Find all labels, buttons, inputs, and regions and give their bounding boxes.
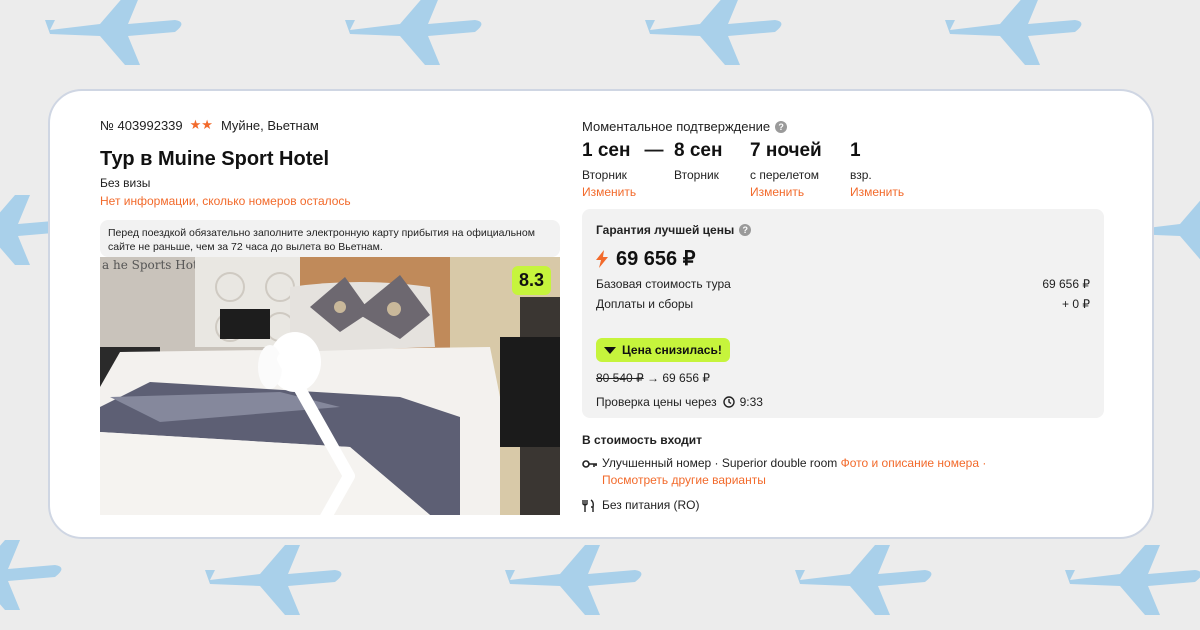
rating-badge: 8.3 <box>511 266 551 295</box>
chevron-right-icon[interactable] <box>100 347 546 515</box>
sign-text: a he Sports Hotel <box>102 258 209 272</box>
visa-info: Без визы <box>100 176 151 190</box>
plane-icon <box>500 540 650 620</box>
price-drop-label: Цена снизилась! <box>622 343 722 357</box>
instant-confirmation: Моментальное подтверждение ? <box>582 119 1106 134</box>
price-check-time: 9:33 <box>739 395 763 409</box>
adults-count: 1 <box>850 140 861 161</box>
plane-icon <box>0 535 70 615</box>
date-to: 8 сен <box>674 140 723 161</box>
dates-row: 1 сен Вторник Изменить — 8 сен Вторник 7… <box>582 140 1106 199</box>
change-adults-link[interactable]: Изменить <box>850 185 930 199</box>
tour-meta: № 403992339 ★★ Муйне, Вьетнам <box>100 117 560 133</box>
hotel-info: № 403992339 ★★ Муйне, Вьетнам Тур в Muin… <box>100 117 560 257</box>
adults-note: взр. <box>850 168 872 182</box>
price-box: Гарантия лучшей цены ? 69 656 ₽ Базовая … <box>582 209 1104 418</box>
price-arrow: → <box>647 371 660 385</box>
included-title: В стоимость входит <box>582 433 703 447</box>
base-cost-label: Базовая стоимость тура <box>596 277 731 291</box>
plane-icon <box>940 0 1090 70</box>
other-options-link[interactable]: Посмотреть другие варианты <box>602 473 766 487</box>
new-price: 69 656 ₽ <box>662 371 711 385</box>
meal-line: Без питания (RO) <box>582 497 1106 514</box>
base-cost-value: 69 656 ₽ <box>1042 277 1090 291</box>
tour-card: № 403992339 ★★ Муйне, Вьетнам Тур в Muin… <box>48 89 1154 539</box>
fees-label: Доплаты и сборы <box>596 297 694 311</box>
triangle-down-icon <box>604 346 616 354</box>
fees-row: Доплаты и сборы + 0 ₽ <box>596 297 1090 311</box>
plane-icon <box>640 0 790 70</box>
question-icon[interactable]: ? <box>739 224 752 236</box>
bolt-icon <box>596 249 608 268</box>
change-nights-link[interactable]: Изменить <box>750 185 850 199</box>
meal-plan: Без питания (RO) <box>602 498 700 512</box>
old-price: 80 540 ₽ <box>596 371 644 385</box>
room-line: Улучшенный номер · Superior double room … <box>582 455 1106 489</box>
base-cost-row: Базовая стоимость тура 69 656 ₽ <box>596 277 1090 291</box>
hotel-location: Муйне, Вьетнам <box>220 117 319 133</box>
hotel-title[interactable]: Тур в Muine Sport Hotel <box>100 148 560 171</box>
room-photo-link[interactable]: Фото и описание номера · <box>841 456 987 470</box>
key-icon <box>582 460 597 468</box>
price-drop-badge: Цена снизилась! <box>596 338 730 362</box>
date-separator: — <box>644 140 664 161</box>
price-check-timer: Проверка цены через 9:33 <box>596 395 1090 409</box>
plane-icon <box>790 540 940 620</box>
hotel-stars: ★★ <box>189 117 213 132</box>
date-to-col: 8 сен Вторник <box>674 140 750 199</box>
date-from-day: Вторник <box>582 168 627 182</box>
fork-knife-icon <box>582 499 594 512</box>
total-price: 69 656 ₽ <box>596 246 1090 271</box>
nights-note: с перелетом <box>750 168 820 182</box>
change-dates-link[interactable]: Изменить <box>582 185 640 199</box>
plane-icon <box>40 0 190 70</box>
guarantee-label: Гарантия лучшей цены <box>596 223 735 237</box>
plane-icon <box>1060 540 1200 620</box>
nights-col: 7 ночей с перелетом Изменить <box>750 140 850 199</box>
total-price-value: 69 656 ₽ <box>616 248 696 270</box>
question-icon[interactable]: ? <box>775 120 788 133</box>
tour-number: № 403992339 <box>100 117 183 133</box>
fees-value: + 0 ₽ <box>1062 297 1090 311</box>
confirmation-label: Моментальное подтверждение <box>582 119 771 134</box>
price-change: 80 540 ₽ → 69 656 ₽ <box>596 371 1090 385</box>
date-from-col: 1 сен Вторник Изменить <box>582 140 640 199</box>
included-section: В стоимость входит Улучшенный номер · Su… <box>582 433 1106 514</box>
adults-col: 1 взр. Изменить <box>850 140 930 199</box>
arrival-card-notice: Перед поездкой обязательно заполните эле… <box>100 220 560 257</box>
date-to-day: Вторник <box>674 168 719 182</box>
room-type: Улучшенный номер · Superior double room <box>602 456 841 470</box>
booking-summary: Моментальное подтверждение ? 1 сен Вторн… <box>582 119 1106 199</box>
clock-icon <box>722 396 735 408</box>
price-guarantee: Гарантия лучшей цены ? <box>596 223 1090 237</box>
rooms-availability: Нет информации, сколько номеров осталось <box>100 194 351 208</box>
plane-icon <box>340 0 490 70</box>
date-from: 1 сен <box>582 140 631 161</box>
plane-icon <box>200 540 350 620</box>
price-check-label: Проверка цены через <box>596 395 717 409</box>
hotel-photo[interactable]: a he Sports Hotel 8.3 <box>100 257 560 515</box>
nights-count: 7 ночей <box>750 140 822 161</box>
